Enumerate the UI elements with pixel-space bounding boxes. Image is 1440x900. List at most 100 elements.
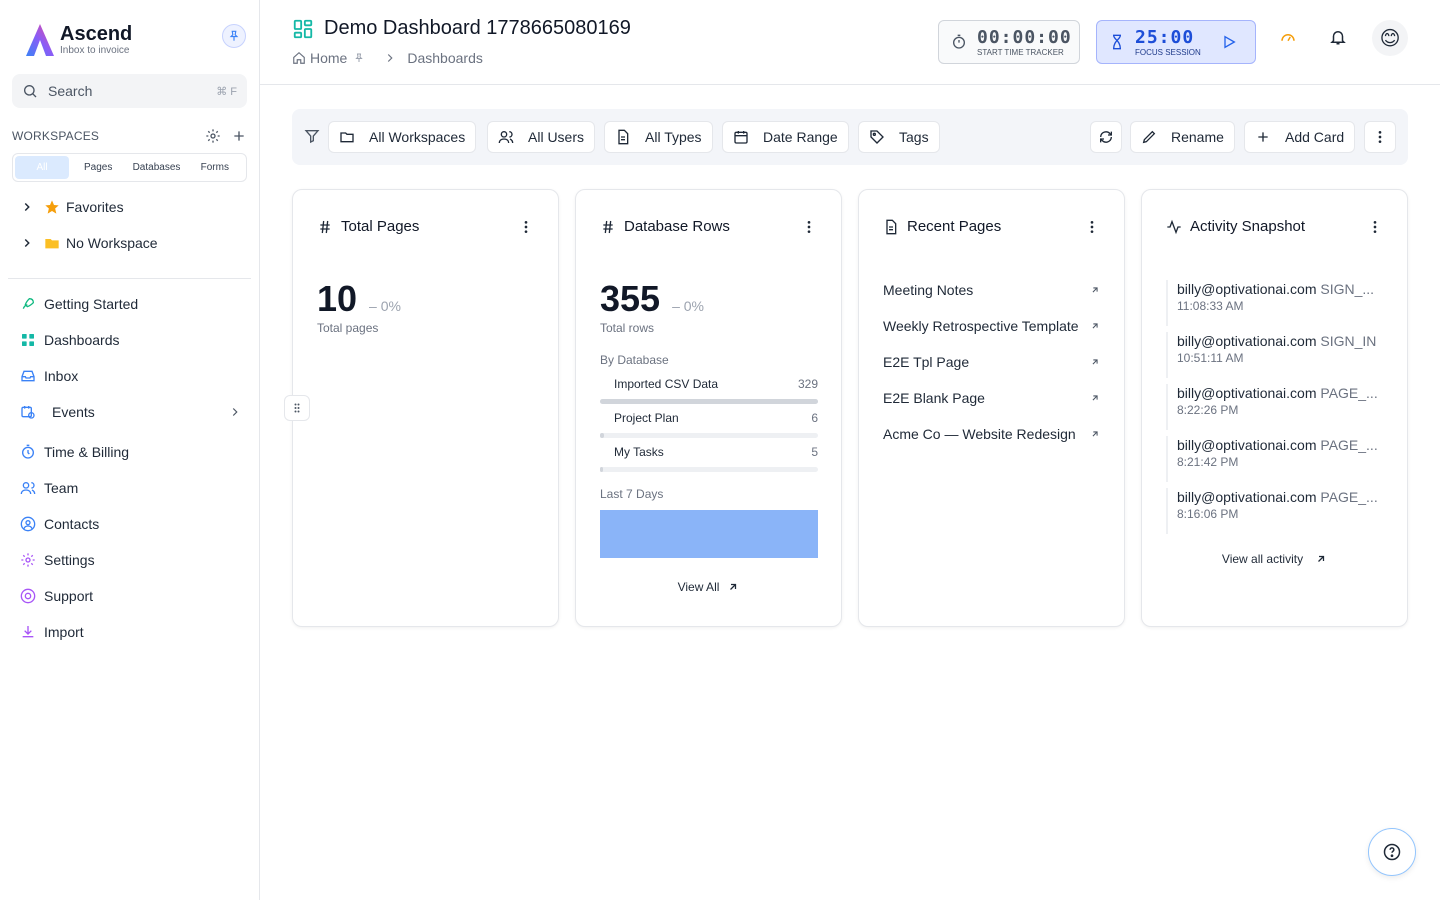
gear-icon [21, 553, 35, 567]
sidebar-item-dashboards[interactable]: Dashboards [20, 332, 242, 348]
sidebar-item-time-billing[interactable]: Time & Billing [20, 444, 242, 460]
drag-handle[interactable] [284, 395, 310, 421]
gear-icon[interactable] [205, 128, 221, 144]
tags-filter-button[interactable]: Tags [858, 121, 940, 153]
breadcrumb-home[interactable]: Home [310, 50, 347, 66]
activity-time: 8:22:26 PM [1177, 403, 1239, 417]
recent-page-link[interactable]: Meeting Notes [883, 282, 1100, 298]
calendar-icon [734, 131, 748, 144]
sidebar-divider [8, 278, 251, 279]
view-all-link[interactable]: View All [576, 580, 841, 594]
rename-button[interactable]: Rename [1130, 121, 1235, 153]
bell-icon[interactable] [1329, 28, 1347, 46]
sidebar-item-getting-started[interactable]: Getting Started [20, 296, 242, 312]
button-label: All Types [645, 129, 702, 145]
tab-all[interactable]: All [15, 156, 69, 179]
date-range-button[interactable]: Date Range [722, 121, 849, 153]
sidebar-item-import[interactable]: Import [20, 624, 242, 640]
more-vertical-icon[interactable] [801, 219, 817, 235]
breadcrumb-current: Dashboards [407, 50, 483, 66]
folder-icon [340, 132, 354, 143]
recent-pages-card: Recent Pages Meeting Notes Weekly Retros… [858, 189, 1125, 627]
sidebar-item-support[interactable]: Support [20, 588, 242, 604]
view-all-label: View All [677, 580, 720, 594]
arrow-up-right-icon [730, 583, 737, 590]
tab-databases[interactable]: Databases [127, 156, 185, 179]
database-rows-card: Database Rows 355 – 0% Total rows By Dat… [575, 189, 842, 627]
database-name: Imported CSV Data [614, 377, 719, 391]
tab-forms[interactable]: Forms [186, 156, 244, 179]
tab-pages[interactable]: Pages [69, 156, 127, 179]
tag-icon [870, 130, 884, 144]
activity-event: SIGN_IN [1320, 333, 1377, 349]
chevron-right-icon [388, 54, 393, 62]
workspaces-filter-button[interactable]: All Workspaces [328, 121, 477, 153]
recent-page-link[interactable]: Acme Co — Website Redesign [883, 426, 1100, 442]
types-filter-button[interactable]: All Types [604, 121, 713, 153]
view-all-activity-link[interactable]: View all activity [1142, 552, 1407, 566]
recent-page-title: E2E Blank Page [883, 390, 985, 406]
sidebar-item-label: Getting Started [44, 296, 139, 312]
card-title: Recent Pages [907, 218, 1002, 235]
pin-icon[interactable] [353, 52, 365, 64]
sidebar-item-settings[interactable]: Settings [20, 552, 242, 568]
sidebar-item-events[interactable]: Events [20, 404, 242, 420]
filter-toolbar: All Workspaces All Users All Types Date … [292, 109, 1408, 165]
more-options-button[interactable] [1364, 121, 1396, 153]
avatar[interactable]: 😊 [1372, 20, 1408, 56]
tree-item-favorites[interactable]: Favorites [20, 199, 124, 215]
last-7-days-label: Last 7 Days [600, 487, 664, 501]
database-count: 329 [797, 377, 818, 391]
calendar-clock-icon [21, 406, 35, 419]
focus-time: 25:00 [1135, 26, 1195, 48]
more-vertical-icon[interactable] [1084, 219, 1100, 235]
refresh-button[interactable] [1090, 121, 1122, 153]
plus-icon [1258, 132, 1268, 142]
add-workspace-icon[interactable] [231, 128, 247, 144]
tree-item-no-workspace[interactable]: No Workspace [20, 235, 158, 251]
play-icon[interactable] [1221, 34, 1237, 50]
button-label: Date Range [763, 129, 838, 145]
database-row[interactable]: Imported CSV Data 329 [600, 377, 818, 407]
document-icon [886, 219, 897, 234]
recent-page-link[interactable]: E2E Blank Page [883, 390, 1100, 406]
database-name: My Tasks [614, 445, 664, 459]
filter-icon[interactable] [304, 128, 320, 144]
workspaces-header: WORKSPACES [12, 128, 247, 144]
recent-page-link[interactable]: Weekly Retrospective Template [883, 318, 1100, 334]
pin-sidebar-button[interactable] [222, 24, 246, 48]
start-time-tracker-button[interactable]: 00:00:00 START TIME TRACKER [938, 20, 1080, 64]
card-title: Activity Snapshot [1190, 218, 1306, 235]
sidebar-item-label: Contacts [44, 516, 100, 532]
brand[interactable]: Ascend Inbox to invoice [24, 22, 132, 58]
tree-item-label: Favorites [66, 199, 124, 215]
search-input[interactable]: Search ⌘ F [12, 74, 247, 108]
more-vertical-icon[interactable] [518, 219, 534, 235]
recent-page-link[interactable]: E2E Tpl Page [883, 354, 1100, 370]
sidebar-item-team[interactable]: Team [20, 480, 242, 496]
document-icon [618, 129, 629, 145]
sidebar-item-label: Events [52, 404, 95, 420]
sidebar-item-contacts[interactable]: Contacts [20, 516, 242, 532]
help-button[interactable] [1368, 828, 1416, 876]
more-vertical-icon [1378, 131, 1382, 143]
gauge-icon[interactable] [1279, 28, 1297, 46]
more-vertical-icon[interactable] [1367, 219, 1383, 235]
hash-icon [320, 220, 330, 233]
refresh-icon [1100, 131, 1112, 143]
database-row[interactable]: My Tasks 5 [600, 445, 818, 475]
brand-tagline: Inbox to invoice [60, 45, 130, 56]
database-name: Project Plan [614, 411, 679, 425]
sidebar-item-inbox[interactable]: Inbox [20, 368, 242, 384]
database-count: 5 [811, 445, 818, 459]
database-row[interactable]: Project Plan 6 [600, 411, 818, 441]
add-card-button[interactable]: Add Card [1244, 121, 1356, 153]
total-pages-card: Total Pages 10 – 0% Total pages [292, 189, 559, 627]
users-filter-button[interactable]: All Users [487, 121, 596, 153]
page-title: Demo Dashboard 1778665080169 [292, 17, 631, 40]
activity-event: SIGN_... [1320, 281, 1375, 297]
recent-page-title: Meeting Notes [883, 282, 974, 298]
activity-time: 10:51:11 AM [1177, 351, 1244, 365]
arrow-up-right-icon [1092, 395, 1098, 401]
arrow-up-right-icon [1092, 359, 1098, 365]
